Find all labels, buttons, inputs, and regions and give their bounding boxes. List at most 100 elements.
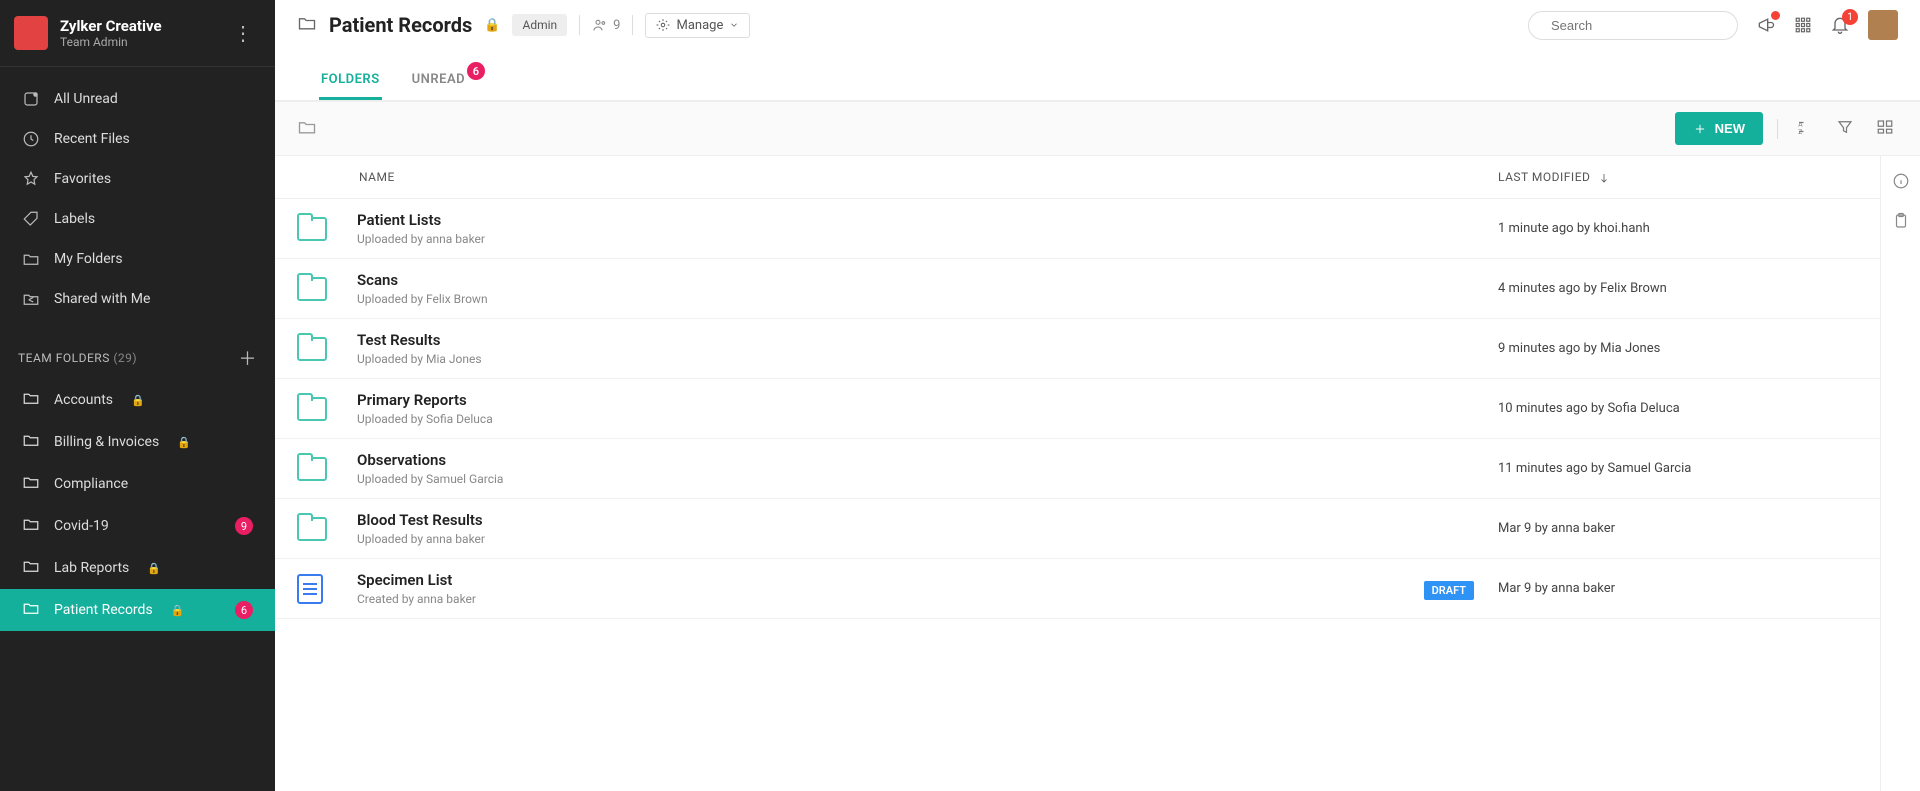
nav-all-unread[interactable]: All Unread	[0, 79, 275, 119]
folder-icon	[297, 337, 327, 361]
view-icon	[1876, 118, 1894, 136]
svg-text:Z: Z	[1798, 127, 1802, 135]
list-row[interactable]: ScansUploaded by Felix Brown4 minutes ag…	[275, 259, 1920, 319]
row-subtitle: Uploaded by Sofia Deluca	[357, 412, 1498, 426]
team-item-patient-records[interactable]: Patient Records 🔒 6	[0, 589, 275, 631]
section-label: TEAM FOLDERS	[18, 351, 110, 365]
row-subtitle: Uploaded by Mia Jones	[357, 352, 1498, 366]
primary-nav: All Unread Recent Files Favorites Labels…	[0, 67, 275, 331]
team-item-accounts[interactable]: Accounts 🔒	[0, 379, 275, 421]
nav-label: Shared with Me	[54, 291, 150, 307]
team-label: Billing & Invoices	[54, 434, 159, 450]
list-row[interactable]: Specimen ListCreated by anna bakerDRAFTM…	[275, 559, 1920, 619]
nav-my-folders[interactable]: My Folders	[0, 239, 275, 279]
nav-shared-with-me[interactable]: Shared with Me	[0, 279, 275, 319]
row-subtitle: Created by anna baker	[357, 592, 1424, 606]
team-label: Covid-19	[54, 518, 109, 534]
chevron-down-icon	[729, 20, 739, 30]
team-item-billing[interactable]: Billing & Invoices 🔒	[0, 421, 275, 463]
share-icon	[22, 290, 40, 308]
row-title: Scans	[357, 271, 1498, 289]
team-item-covid[interactable]: Covid-19 9	[0, 505, 275, 547]
side-rail	[1880, 156, 1920, 791]
unread-badge: 6	[235, 601, 253, 619]
add-team-folder-button[interactable]: ＋	[239, 345, 258, 371]
tab-folders[interactable]: FOLDERS	[319, 60, 382, 100]
nav-favorites[interactable]: Favorites	[0, 159, 275, 199]
org-meta: Zylker Creative Team Admin	[60, 17, 213, 49]
folder-icon	[22, 557, 40, 579]
search-input[interactable]	[1551, 18, 1727, 33]
notifications-button[interactable]: 1	[1830, 15, 1850, 35]
user-avatar[interactable]	[1868, 10, 1898, 40]
sidebar-header: Zylker Creative Team Admin ⋮	[0, 0, 275, 67]
folder-icon	[297, 517, 327, 541]
new-button[interactable]: NEW	[1675, 112, 1763, 145]
tab-unread[interactable]: UNREAD 6	[410, 60, 467, 100]
view-toggle-button[interactable]	[1872, 114, 1898, 144]
list-row[interactable]: Patient ListsUploaded by anna baker1 min…	[275, 199, 1920, 259]
apps-button[interactable]	[1794, 16, 1812, 34]
team-label: Lab Reports	[54, 560, 129, 576]
manage-button[interactable]: Manage	[645, 13, 750, 38]
row-modified: 10 minutes ago by Sofia Deluca	[1498, 401, 1858, 416]
nav-labels[interactable]: Labels	[0, 199, 275, 239]
sidebar-more-button[interactable]: ⋮	[225, 17, 261, 49]
draft-tag: DRAFT	[1424, 581, 1474, 600]
breadcrumb-folder-icon[interactable]	[297, 117, 317, 141]
team-item-lab-reports[interactable]: Lab Reports 🔒	[0, 547, 275, 589]
document-icon	[297, 574, 323, 604]
member-count[interactable]: 9	[592, 17, 620, 33]
nav-label: Favorites	[54, 171, 111, 187]
search-box[interactable]	[1528, 11, 1738, 40]
notification-count: 1	[1842, 9, 1858, 25]
tag-icon	[22, 210, 40, 228]
toolbar: NEW AZ	[275, 101, 1920, 156]
folder-icon	[22, 389, 40, 411]
folder-icon	[297, 217, 327, 241]
folder-icon	[22, 599, 40, 621]
folder-icon	[22, 515, 40, 537]
info-icon	[1892, 172, 1910, 190]
info-button[interactable]	[1892, 172, 1910, 194]
divider	[632, 15, 633, 35]
plus-icon	[1693, 122, 1707, 136]
org-logo	[14, 16, 48, 50]
nav-recent-files[interactable]: Recent Files	[0, 119, 275, 159]
row-title: Blood Test Results	[357, 511, 1498, 529]
topbar: Patient Records 🔒 Admin 9 Manage	[275, 0, 1920, 101]
title-row: Patient Records 🔒 Admin 9 Manage	[297, 13, 1514, 38]
team-label: Accounts	[54, 392, 113, 408]
nav-label: Recent Files	[54, 131, 130, 147]
gear-icon	[656, 18, 670, 32]
folder-icon	[297, 277, 327, 301]
lock-icon: 🔒	[147, 562, 161, 575]
list-row[interactable]: Test ResultsUploaded by Mia Jones9 minut…	[275, 319, 1920, 379]
team-item-compliance[interactable]: Compliance	[0, 463, 275, 505]
column-name[interactable]: NAME	[357, 170, 1498, 184]
filter-button[interactable]	[1832, 114, 1858, 144]
sort-button[interactable]: AZ	[1792, 114, 1818, 144]
row-subtitle: Uploaded by Samuel Garcia	[357, 472, 1498, 486]
folder-icon	[297, 457, 327, 481]
row-modified: 1 minute ago by khoi.hanh	[1498, 221, 1858, 236]
tabs: FOLDERS UNREAD 6	[297, 60, 1898, 100]
list-row[interactable]: Primary ReportsUploaded by Sofia Deluca1…	[275, 379, 1920, 439]
team-label: Patient Records	[54, 602, 153, 618]
clipboard-button[interactable]	[1892, 212, 1910, 234]
unread-icon	[22, 90, 40, 108]
list-row[interactable]: Blood Test ResultsUploaded by anna baker…	[275, 499, 1920, 559]
lock-icon: 🔒	[484, 18, 500, 33]
org-role: Team Admin	[60, 35, 213, 49]
sort-az-icon: AZ	[1796, 118, 1814, 136]
clock-icon	[22, 130, 40, 148]
divider	[579, 15, 580, 35]
apps-grid-icon	[1794, 16, 1812, 34]
sidebar: Zylker Creative Team Admin ⋮ All Unread …	[0, 0, 275, 791]
team-folders-list: Accounts 🔒 Billing & Invoices 🔒 Complian…	[0, 379, 275, 631]
page-title: Patient Records	[329, 13, 472, 37]
announcements-button[interactable]	[1756, 15, 1776, 35]
list-row[interactable]: ObservationsUploaded by Samuel Garcia11 …	[275, 439, 1920, 499]
column-modified[interactable]: LAST MODIFIED	[1498, 170, 1858, 184]
main-area: Patient Records 🔒 Admin 9 Manage	[275, 0, 1920, 791]
